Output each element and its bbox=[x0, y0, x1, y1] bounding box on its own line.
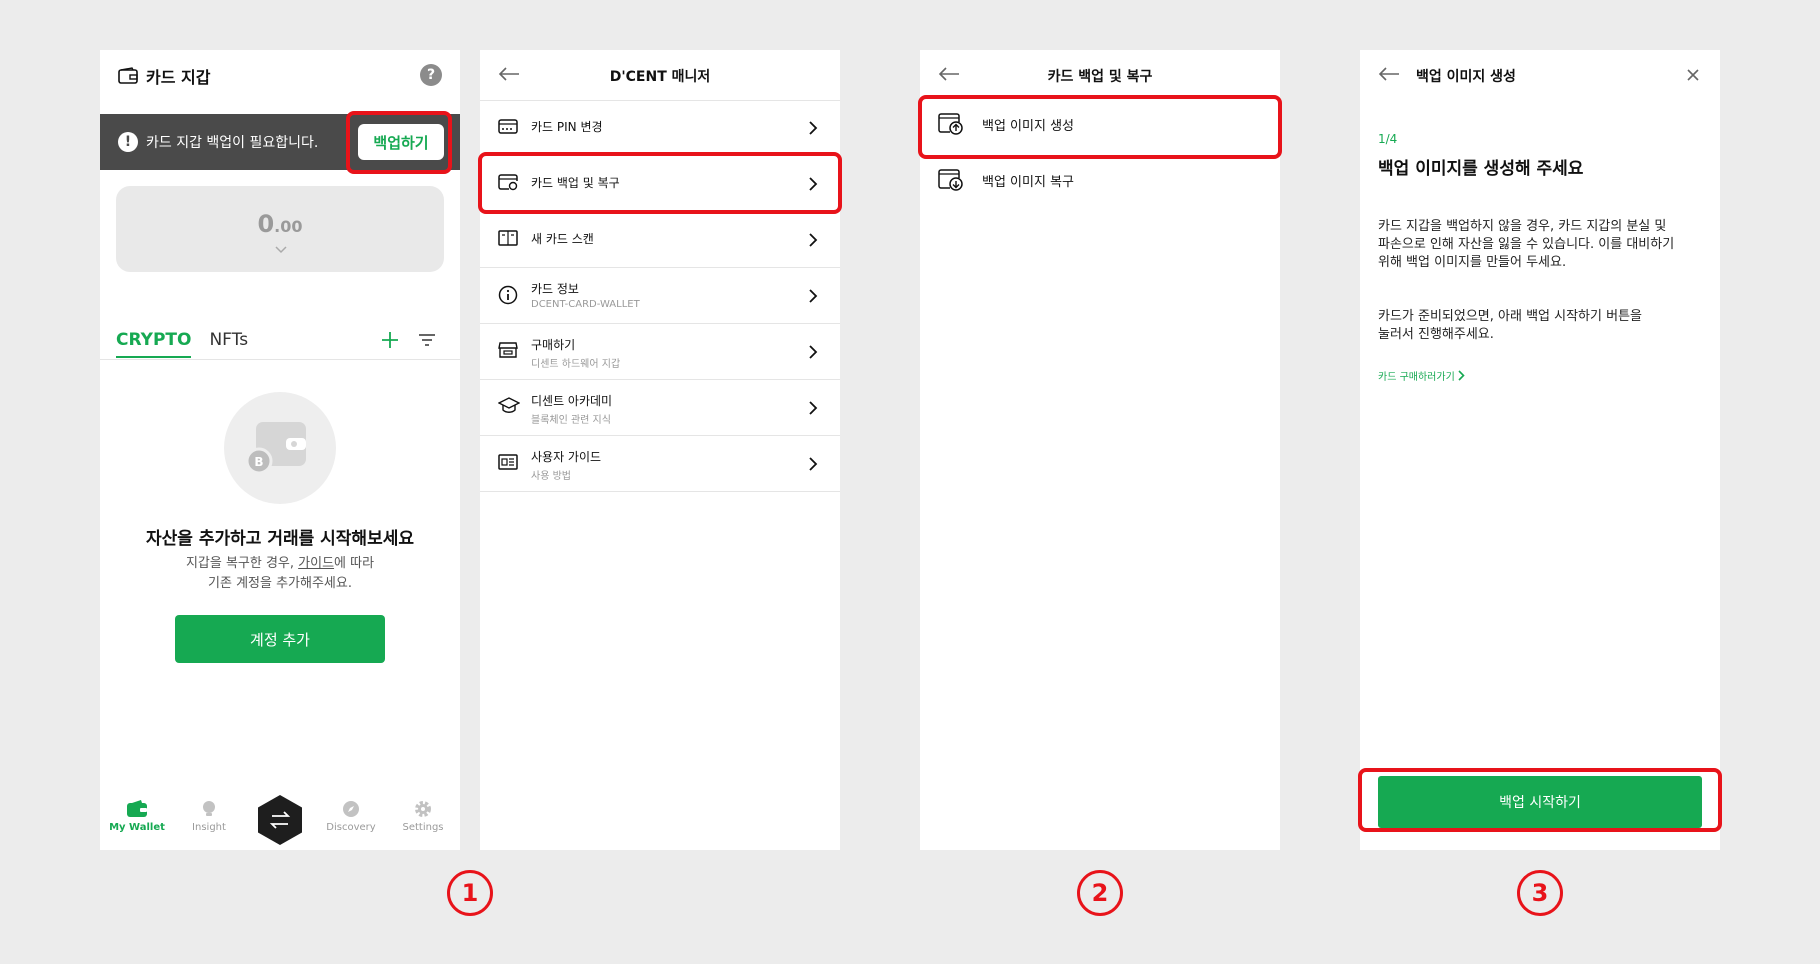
tab-nfts[interactable]: NFTs bbox=[209, 330, 248, 358]
highlight-backup-restore-item bbox=[478, 152, 842, 214]
step-heading: 백업 이미지를 생성해 주세요 bbox=[1378, 159, 1584, 179]
chevron-down-icon[interactable] bbox=[274, 246, 288, 254]
menu-item-card-info[interactable]: 카드 정보 DCENT-CARD-WALLET bbox=[480, 268, 840, 324]
book-icon bbox=[498, 229, 518, 247]
store-icon bbox=[498, 341, 518, 359]
menu-label: 백업 이미지 복구 bbox=[982, 175, 1074, 190]
card-icon bbox=[498, 117, 518, 135]
back-arrow-icon[interactable] bbox=[1378, 66, 1400, 82]
warning-icon: ! bbox=[118, 132, 138, 152]
menu-item-scan-card[interactable]: 새 카드 스캔 bbox=[480, 212, 840, 268]
nav-header: 카드 백업 및 복구 bbox=[920, 50, 1280, 100]
banner-text: 카드 지갑 백업이 필요합니다. bbox=[146, 135, 319, 151]
step-counter: 1/4 bbox=[1378, 132, 1398, 146]
graduation-cap-icon bbox=[498, 397, 520, 415]
gear-icon bbox=[392, 800, 454, 818]
backup-restore-screen: 카드 백업 및 복구 백업 이미지 생성 백업 이미지 복구 bbox=[920, 50, 1280, 850]
chevron-right-icon bbox=[808, 400, 818, 416]
page-title: D'CENT 매니저 bbox=[609, 69, 711, 85]
nav-header: 백업 이미지 생성 bbox=[1360, 50, 1720, 100]
swap-button[interactable] bbox=[256, 794, 304, 846]
tabbar-my-wallet[interactable]: My Wallet bbox=[106, 800, 168, 833]
menu-label: 카드 정보 DCENT-CARD-WALLET bbox=[531, 282, 640, 310]
guide-icon bbox=[498, 453, 518, 471]
wallet-icon bbox=[118, 67, 138, 85]
page-title: 카드 백업 및 복구 bbox=[1047, 69, 1153, 85]
menu-label: 사용자 가이드 사용 방법 bbox=[531, 450, 602, 482]
chevron-right-icon bbox=[808, 344, 818, 360]
chevron-right-icon bbox=[808, 456, 818, 472]
step-instruction: 카드가 준비되었으면, 아래 백업 시작하기 버튼을 눌러서 진행해주세요. bbox=[1378, 309, 1642, 342]
backup-download-icon bbox=[938, 168, 964, 192]
highlight-backup-button bbox=[346, 111, 452, 174]
asset-tabs: CRYPTO NFTs bbox=[116, 330, 248, 358]
lightbulb-icon bbox=[178, 800, 240, 818]
filter-icon[interactable] bbox=[418, 333, 436, 347]
menu-label: 새 카드 스캔 bbox=[531, 232, 594, 246]
step-marker-3: 3 bbox=[1517, 870, 1563, 916]
chevron-right-icon bbox=[808, 288, 818, 304]
menu-item-academy[interactable]: 디센트 아카데미 블록체인 관련 지식 bbox=[480, 380, 840, 436]
create-backup-screen: 백업 이미지 생성 1/4 백업 이미지를 생성해 주세요 카드 지갑을 백업하… bbox=[1360, 50, 1720, 850]
close-icon[interactable] bbox=[1686, 68, 1700, 82]
highlight-create-backup-item bbox=[918, 95, 1282, 159]
nav-header: D'CENT 매니저 bbox=[480, 50, 840, 101]
page-title: 백업 이미지 생성 bbox=[1416, 69, 1516, 85]
menu-item-restore-backup[interactable]: 백업 이미지 복구 bbox=[920, 152, 1280, 208]
tab-divider bbox=[100, 359, 460, 360]
chevron-right-icon bbox=[808, 232, 818, 248]
step-marker-2: 2 bbox=[1077, 870, 1123, 916]
chevron-right-icon bbox=[1458, 370, 1465, 381]
step-description: 카드 지갑을 백업하지 않을 경우, 카드 지갑의 분실 및 파손으로 인해 자… bbox=[1378, 219, 1675, 270]
tab-crypto[interactable]: CRYPTO bbox=[116, 330, 192, 358]
menu-label: 디센트 아카데미 블록체인 관련 지식 bbox=[531, 394, 613, 426]
add-account-button[interactable]: 계정 추가 bbox=[175, 615, 385, 663]
page-title: 카드 지갑 bbox=[146, 68, 211, 87]
menu-item-change-pin[interactable]: 카드 PIN 변경 bbox=[480, 100, 840, 156]
add-icon[interactable] bbox=[380, 330, 400, 350]
empty-wallet-icon: B bbox=[224, 392, 336, 504]
highlight-start-backup-button bbox=[1358, 768, 1722, 832]
step-marker-1: 1 bbox=[447, 870, 493, 916]
empty-title: 자산을 추가하고 거래를 시작해보세요 bbox=[146, 529, 414, 549]
svg-text:B: B bbox=[254, 455, 263, 469]
tabbar-settings[interactable]: Settings bbox=[392, 800, 454, 833]
menu-label: 구매하기 디센트 하드웨어 지갑 bbox=[531, 338, 621, 370]
menu-label: 카드 PIN 변경 bbox=[531, 120, 603, 134]
wallet-header: 카드 지갑 bbox=[118, 64, 210, 88]
balance-card[interactable]: 0.00 bbox=[116, 186, 444, 272]
guide-link[interactable]: 가이드 bbox=[298, 556, 334, 571]
empty-subtitle: 지갑을 복구한 경우, 가이드에 따라 기존 계정을 추가해주세요. bbox=[185, 556, 375, 591]
menu-item-purchase[interactable]: 구매하기 디센트 하드웨어 지갑 bbox=[480, 324, 840, 380]
help-icon[interactable]: ? bbox=[420, 64, 442, 86]
balance-value: 0.00 bbox=[257, 210, 303, 238]
compass-icon bbox=[320, 800, 382, 818]
info-icon bbox=[498, 285, 518, 305]
tabbar-discovery[interactable]: Discovery bbox=[320, 800, 382, 833]
menu-item-user-guide[interactable]: 사용자 가이드 사용 방법 bbox=[480, 436, 840, 492]
buy-card-link[interactable]: 카드 구매하러가기 bbox=[1378, 368, 1465, 383]
wallet-tab-icon bbox=[106, 800, 168, 818]
chevron-right-icon bbox=[808, 120, 818, 136]
tabbar-insight[interactable]: Insight bbox=[178, 800, 240, 833]
